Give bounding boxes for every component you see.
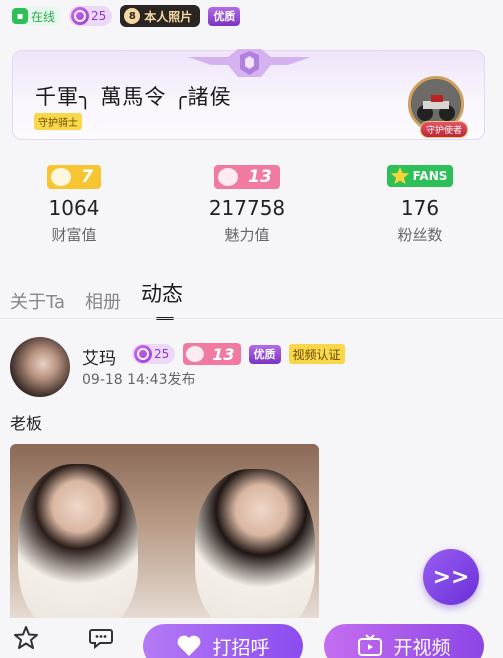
level-value: 25: [91, 9, 107, 23]
tv-icon: [358, 634, 383, 656]
person-left: [18, 464, 138, 622]
level-icon: [134, 345, 152, 363]
crest-icon: [188, 49, 311, 77]
wealth-stat: 7 1064 财富值: [14, 165, 134, 245]
tab-album[interactable]: 相册: [85, 288, 121, 314]
charm-level-badge: 13: [214, 165, 280, 189]
tabs-divider: [0, 318, 503, 319]
fans-badge-label: FANS: [412, 169, 448, 183]
guardian-avatar-label: 守护使者: [419, 121, 468, 138]
charm-label: 魅力值: [224, 226, 270, 244]
start-video-button[interactable]: 开视频: [324, 624, 484, 658]
premium-badge: 优质: [208, 6, 241, 26]
fans-stat[interactable]: FANS 176 粉丝数: [360, 165, 480, 245]
heart-icon: [218, 168, 239, 186]
wealth-level-badge: 7: [47, 165, 101, 189]
greet-label: 打招呼: [212, 636, 270, 658]
tab-moments[interactable]: 动态: [141, 278, 183, 320]
heart-icon: [186, 346, 205, 362]
fans-label: 粉丝数: [397, 226, 443, 244]
fast-forward-icon: >>: [432, 564, 470, 590]
post-text: 老板: [10, 414, 43, 433]
online-icon: ▪: [12, 8, 28, 24]
wealth-value: 1064: [48, 196, 100, 220]
level-icon: [71, 7, 90, 25]
profile-badges: ▪ 在线 25 8 本人照片 优质: [10, 4, 241, 28]
post-author-tags: 25 13 优质 视频认证: [132, 343, 345, 365]
person-icon: 8: [124, 8, 141, 24]
post-photo[interactable]: [10, 444, 319, 622]
real-photo-label: 本人照片: [144, 9, 193, 24]
chat-icon[interactable]: [88, 624, 116, 652]
real-photo-badge: 8 本人照片: [120, 5, 201, 27]
post-charm-badge: 13: [183, 343, 241, 365]
guardian-knight-badge: 守护骑士: [34, 113, 82, 130]
post-premium-badge: 优质: [248, 344, 281, 364]
greet-button[interactable]: 打招呼: [143, 624, 303, 658]
fans-badge: FANS: [386, 165, 454, 187]
fans-value: 176: [400, 196, 440, 220]
wealth-label: 财富值: [51, 226, 97, 244]
online-status-badge: ▪ 在线: [10, 6, 62, 26]
diamond-icon: [51, 168, 72, 186]
charm-stat: 13 217758 魅力值: [187, 165, 307, 245]
level-badge: 25: [69, 6, 113, 26]
video-verified-badge: 视频认证: [288, 344, 345, 364]
post-level-value: 25: [154, 347, 170, 361]
wealth-level-value: 7: [81, 167, 93, 187]
star-badge-icon: [390, 167, 409, 184]
charm-value: 217758: [208, 196, 286, 220]
post-author-name[interactable]: 艾玛: [82, 344, 116, 369]
guardian-names: 千軍╮ 萬馬令 ╭諸侯: [35, 85, 232, 109]
online-label: 在线: [31, 9, 56, 24]
profile-tabs: 关于Ta 相册 动态: [10, 278, 183, 320]
tab-about[interactable]: 关于Ta: [10, 288, 65, 314]
post-author-avatar[interactable]: [10, 337, 70, 397]
fast-forward-button[interactable]: >>: [423, 549, 479, 605]
charm-level-value: 13: [248, 167, 272, 187]
star-icon[interactable]: [12, 624, 40, 652]
video-label: 开视频: [393, 636, 451, 658]
post-level-badge: 25: [132, 344, 176, 364]
post-timestamp: 09-18 14:43发布: [82, 372, 196, 388]
guardian-card[interactable]: 千軍╮ 萬馬令 ╭諸侯 守护骑士 守护使者: [12, 49, 485, 140]
post-charm-value: 13: [212, 344, 235, 364]
person-right: [195, 469, 315, 622]
heart-icon: [178, 635, 201, 656]
